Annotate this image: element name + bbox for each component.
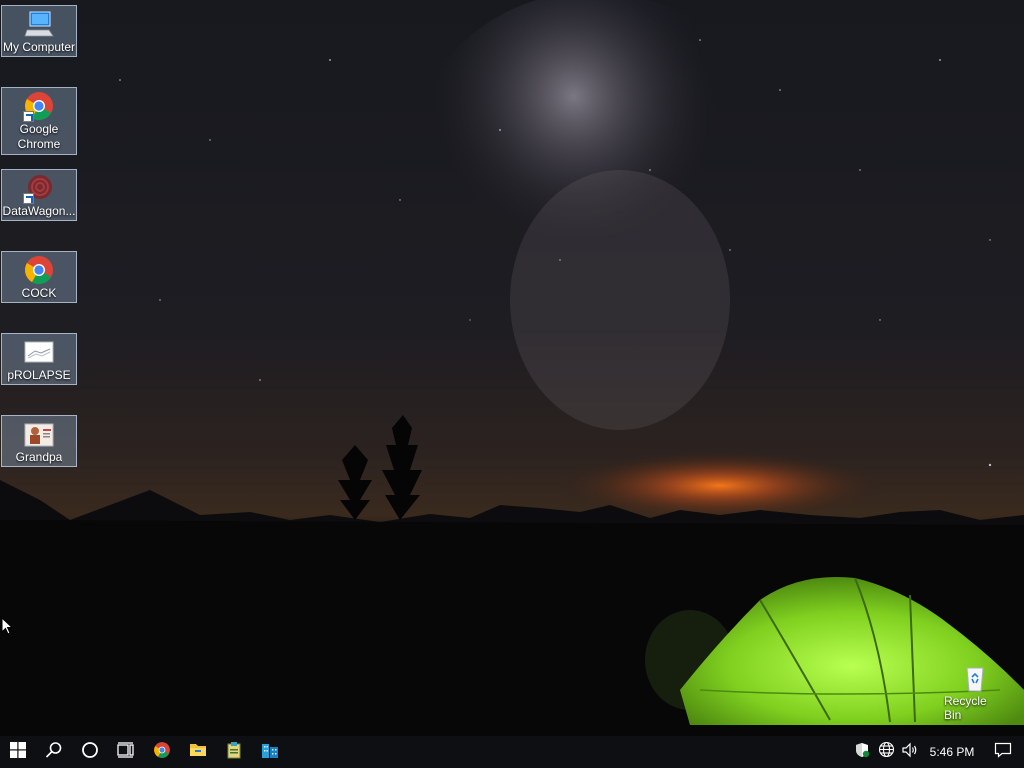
task-view-button[interactable] <box>108 736 144 768</box>
taskbar: 5:46 PM <box>0 736 1024 768</box>
desktop-icon-label: COCK <box>21 286 57 300</box>
taskbar-app-button[interactable] <box>216 736 252 768</box>
search-icon <box>45 741 63 764</box>
desktop-icon-label: Recycle Bin <box>944 694 987 722</box>
desktop-icon-label: pROLAPSE <box>7 368 71 382</box>
desktop-icon-cock[interactable]: COCK <box>1 251 77 303</box>
datawagon-icon <box>23 172 55 204</box>
start-button[interactable] <box>0 736 36 768</box>
google-chrome-icon <box>23 90 55 122</box>
search-button[interactable] <box>36 736 72 768</box>
app-icon <box>226 741 242 764</box>
volume-icon <box>901 742 919 763</box>
start-icon <box>10 741 26 763</box>
action-center-button[interactable] <box>982 736 1024 768</box>
shortcut-arrow-icon <box>23 193 34 204</box>
cortana-icon <box>81 741 99 764</box>
taskbar-clock[interactable]: 5:46 PM <box>922 745 982 759</box>
network-button[interactable] <box>874 736 898 768</box>
desktop-icon-my-computer[interactable]: My Computer <box>1 5 77 57</box>
task-view-icon <box>117 741 135 763</box>
desktop-icon-grandpa[interactable]: Grandpa <box>1 415 77 467</box>
my-computer-icon <box>23 8 55 40</box>
desktop-icon-datawagon[interactable]: DataWagon... <box>1 169 77 221</box>
image-file-icon <box>23 336 55 368</box>
mouse-cursor-icon <box>1 616 14 635</box>
chrome-shortcut-icon <box>23 254 55 286</box>
chrome-icon <box>153 741 171 764</box>
desktop-icon-label: Google Chrome <box>17 122 61 151</box>
security-shield-icon <box>854 742 870 763</box>
building-app-icon <box>261 741 279 764</box>
file-explorer-icon <box>189 742 207 763</box>
desktop-icon-label: Grandpa <box>15 450 63 464</box>
desktop-wallpaper <box>0 0 1024 736</box>
taskbar-building-app-button[interactable] <box>252 736 288 768</box>
recycle-bin-icon <box>959 662 991 694</box>
desktop-icon-prolapse[interactable]: pROLAPSE <box>1 333 77 385</box>
desktop-icon-label: My Computer <box>2 40 76 54</box>
volume-button[interactable] <box>898 736 922 768</box>
security-button[interactable] <box>850 736 874 768</box>
desktop-icon-recycle-bin[interactable]: Recycle Bin <box>944 662 1006 722</box>
desktop-icon-label: DataWagon... <box>2 204 76 218</box>
system-tray: 5:46 PM <box>850 736 1024 768</box>
action-center-icon <box>994 742 1012 763</box>
shortcut-arrow-icon <box>23 111 34 122</box>
cortana-button[interactable] <box>72 736 108 768</box>
taskbar-chrome-button[interactable] <box>144 736 180 768</box>
desktop-icon-google-chrome[interactable]: Google Chrome <box>1 87 77 155</box>
taskbar-file-explorer-button[interactable] <box>180 736 216 768</box>
network-globe-icon <box>878 741 895 763</box>
image-file-icon <box>23 418 55 450</box>
